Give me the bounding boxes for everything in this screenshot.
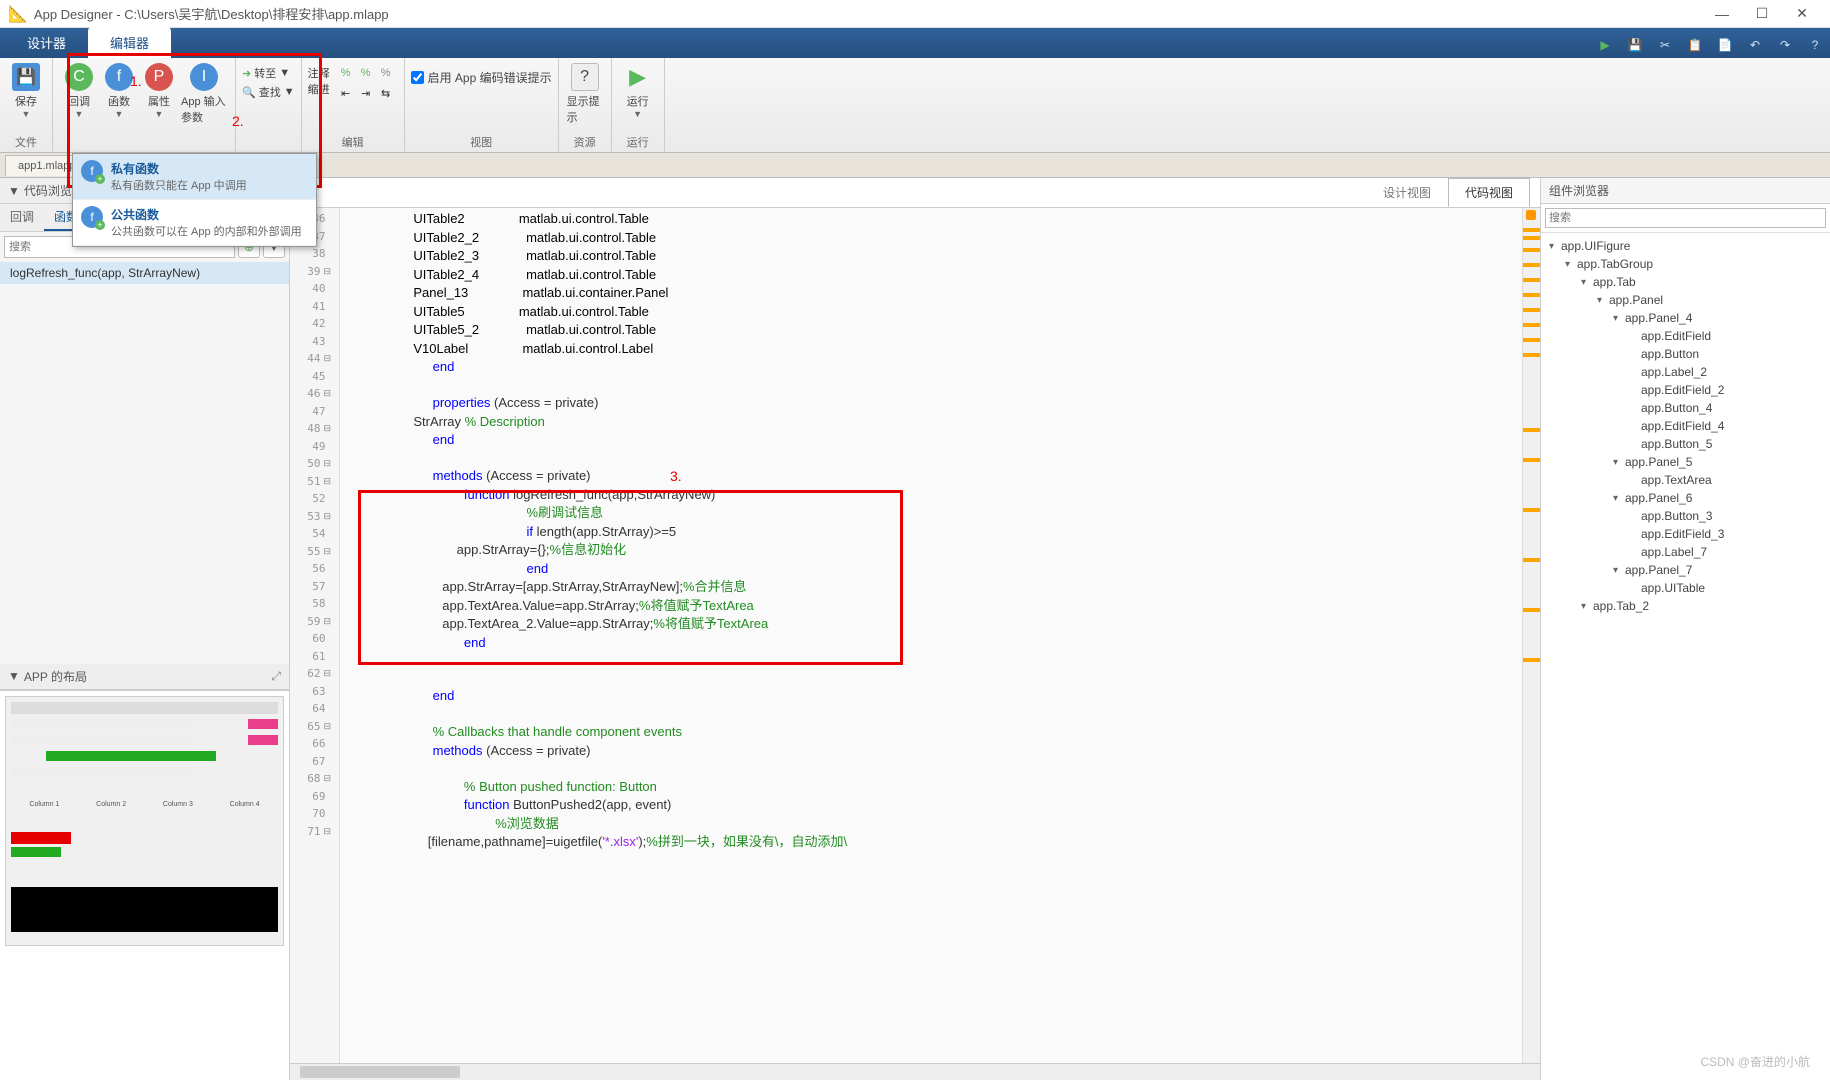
tree-node[interactable]: app.EditField: [1541, 327, 1830, 345]
window-title: App Designer - C:\Users\吴宇航\Desktop\排程安排…: [34, 4, 1702, 23]
tree-node[interactable]: ▾app.Tab: [1541, 273, 1830, 291]
run-button[interactable]: ▶运行▼: [618, 61, 658, 121]
component-search[interactable]: [1545, 208, 1826, 228]
tree-node[interactable]: app.EditField_2: [1541, 381, 1830, 399]
copy-icon[interactable]: 📋: [1682, 32, 1708, 58]
titlebar: 📐 App Designer - C:\Users\吴宇航\Desktop\排程…: [0, 0, 1830, 28]
code-view-tab[interactable]: 代码视图: [1448, 178, 1530, 207]
tab-designer[interactable]: 设计器: [5, 27, 88, 58]
tree-node[interactable]: ▾app.Panel_6: [1541, 489, 1830, 507]
public-function-item[interactable]: f 公共函数公共函数可以在 App 的内部和外部调用: [73, 200, 316, 246]
component-browser-title: 组件浏览器: [1549, 182, 1609, 199]
group-file: 文件: [15, 134, 37, 152]
layout-header: ▼APP 的布局⤢: [0, 664, 289, 690]
find-button[interactable]: 🔍查找 ▼: [242, 84, 295, 100]
annotation-1: 1.: [130, 73, 142, 89]
group-view: 视图: [470, 134, 492, 152]
tree-node[interactable]: app.Label_7: [1541, 543, 1830, 561]
redo-icon[interactable]: ↷: [1772, 32, 1798, 58]
app-input-button[interactable]: IApp 输入参数: [179, 61, 229, 127]
tree-node[interactable]: app.Button_4: [1541, 399, 1830, 417]
group-res: 资源: [574, 134, 596, 152]
group-edit: 编辑: [342, 134, 364, 152]
code-editor[interactable]: 36 37 38 39⊟40 41 42 43 44⊟45 46⊟47 48⊟4…: [290, 208, 1540, 1063]
help-icon[interactable]: ?: [1802, 32, 1828, 58]
file-tabstrip: app1.mlapp f 私有函数私有函数只能在 App 中调用 f 公共函数公…: [0, 153, 1830, 178]
save-button[interactable]: 💾保存▼: [6, 61, 46, 121]
design-view-tab[interactable]: 设计视图: [1366, 178, 1448, 207]
function-list-item[interactable]: logRefresh_func(app, StrArrayNew): [0, 262, 289, 284]
layout-preview[interactable]: Column 1Column 2Column 3Column 4: [0, 690, 289, 1080]
component-browser: 组件浏览器 ▾app.UIFigure▾app.TabGroup▾app.Tab…: [1540, 178, 1830, 1080]
tree-node[interactable]: app.TextArea: [1541, 471, 1830, 489]
line-gutter: 36 37 38 39⊟40 41 42 43 44⊟45 46⊟47 48⊟4…: [290, 208, 340, 1063]
code-content[interactable]: UITable2 matlab.ui.control.Table UITable…: [340, 208, 1522, 1063]
tree-node[interactable]: ▾app.Panel_4: [1541, 309, 1830, 327]
tree-node[interactable]: app.Button_5: [1541, 435, 1830, 453]
annotation-3: 3.: [670, 468, 682, 484]
left-panel: ▼代码浏览 回调 函数 ⊕ ▼ logRefresh_func(app, Str…: [0, 178, 290, 1080]
tree-node[interactable]: app.EditField_4: [1541, 417, 1830, 435]
show-tips-button[interactable]: ?显示提示: [565, 61, 605, 127]
goto-button[interactable]: ➜转至 ▼: [242, 65, 295, 81]
private-function-item[interactable]: f 私有函数私有函数只能在 App 中调用: [73, 154, 316, 200]
tree-node[interactable]: ▾app.Panel_5: [1541, 453, 1830, 471]
horizontal-scrollbar[interactable]: [290, 1063, 1540, 1080]
cut-icon[interactable]: ✂: [1652, 32, 1678, 58]
enable-error-check[interactable]: 启用 App 编码错误提示: [411, 61, 552, 86]
tree-node[interactable]: ▾app.Panel_7: [1541, 561, 1830, 579]
close-button[interactable]: ✕: [1782, 0, 1822, 28]
tree-node[interactable]: ▾app.Panel: [1541, 291, 1830, 309]
app-logo: 📐: [8, 4, 28, 24]
component-tree[interactable]: ▾app.UIFigure▾app.TabGroup▾app.Tab▾app.P…: [1541, 233, 1830, 1080]
watermark: CSDN @奋进的小航: [1700, 1053, 1810, 1070]
tree-node[interactable]: app.UITable: [1541, 579, 1830, 597]
tree-node[interactable]: ▾app.UIFigure: [1541, 237, 1830, 255]
function-button[interactable]: f函数▼: [99, 61, 139, 121]
maximize-button[interactable]: ☐: [1742, 0, 1782, 28]
tree-node[interactable]: app.Button: [1541, 345, 1830, 363]
save-icon[interactable]: 💾: [1622, 32, 1648, 58]
function-dropdown: f 私有函数私有函数只能在 App 中调用 f 公共函数公共函数可以在 App …: [72, 153, 317, 247]
main-tabstrip: 设计器 编辑器 ▶ 💾 ✂ 📋 📄 ↶ ↷ ?: [0, 28, 1830, 58]
function-icon: f: [81, 206, 103, 228]
tree-node[interactable]: app.Label_2: [1541, 363, 1830, 381]
callback-button[interactable]: C回调▼: [59, 61, 99, 121]
center-panel: 设计视图 代码视图 36 37 38 39⊟40 41 42 43 44⊟45 …: [290, 178, 1540, 1080]
subtab-callback[interactable]: 回调: [0, 204, 44, 231]
annotation-2: 2.: [232, 113, 244, 129]
tree-node[interactable]: ▾app.TabGroup: [1541, 255, 1830, 273]
group-run: 运行: [627, 134, 649, 152]
indent-icons[interactable]: %%% ⇤⇥⇆: [338, 65, 398, 101]
tree-node[interactable]: ▾app.Tab_2: [1541, 597, 1830, 615]
undo-icon[interactable]: ↶: [1742, 32, 1768, 58]
tab-editor[interactable]: 编辑器: [88, 27, 171, 58]
function-icon: f: [81, 160, 103, 182]
ribbon: 💾保存▼ 文件 C回调▼ f函数▼ P属性▼ IApp 输入参数 ➜转至 ▼ 🔍…: [0, 58, 1830, 153]
minimize-button[interactable]: —: [1702, 0, 1742, 28]
run-icon[interactable]: ▶: [1592, 32, 1618, 58]
tree-node[interactable]: app.EditField_3: [1541, 525, 1830, 543]
property-button[interactable]: P属性▼: [139, 61, 179, 121]
minimap[interactable]: [1522, 208, 1540, 1063]
tree-node[interactable]: app.Button_3: [1541, 507, 1830, 525]
paste-icon[interactable]: 📄: [1712, 32, 1738, 58]
